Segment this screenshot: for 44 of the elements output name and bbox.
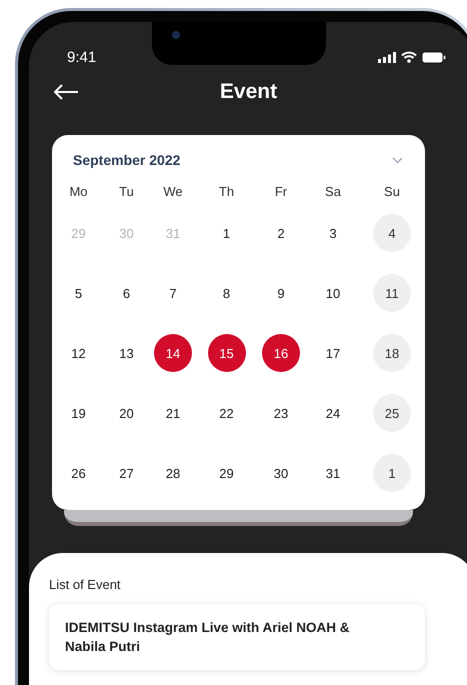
day-button[interactable]: 29 — [208, 454, 246, 492]
screen-title: Event — [220, 80, 278, 104]
section-heading: List of Event — [49, 577, 122, 593]
weekday-label: Tu — [119, 184, 134, 198]
weekday-label: We — [163, 184, 183, 198]
month-title: September 2022 — [73, 152, 180, 168]
weekday-label: Su — [384, 184, 400, 198]
day-button[interactable]: 10 — [314, 274, 352, 312]
day-button[interactable]: 4 — [373, 214, 411, 252]
day-button[interactable]: 14 — [154, 334, 192, 372]
day-button[interactable]: 5 — [60, 274, 98, 312]
day-button[interactable]: 16 — [262, 334, 300, 372]
weekday-label: Fr — [274, 184, 288, 198]
day-button[interactable]: 25 — [373, 394, 411, 432]
day-button[interactable]: 9 — [262, 274, 300, 312]
weekday-label: Sa — [325, 184, 341, 198]
day-button[interactable]: 1 — [373, 454, 411, 492]
day-button[interactable]: 21 — [154, 394, 192, 432]
day-button[interactable]: 27 — [108, 454, 146, 492]
event-card[interactable]: IDEMITSU Instagram Live with Ariel NOAH & Nabila Putri — [49, 604, 425, 670]
day-button[interactable]: 24 — [314, 394, 352, 432]
day-button[interactable]: 8 — [208, 274, 246, 312]
day-button[interactable]: 31 — [314, 454, 352, 492]
day-button[interactable]: 7 — [154, 274, 192, 312]
day-button[interactable]: 12 — [60, 334, 98, 372]
day-button[interactable]: 23 — [262, 394, 300, 432]
day-button[interactable]: 30 — [262, 454, 300, 492]
day-button[interactable]: 20 — [108, 394, 146, 432]
day-button[interactable]: 17 — [314, 334, 352, 372]
day-button[interactable]: 13 — [108, 334, 146, 372]
day-button[interactable]: 1 — [208, 214, 246, 252]
day-button[interactable]: 26 — [60, 454, 98, 492]
day-button[interactable]: 2 — [262, 214, 300, 252]
day-button[interactable]: 19 — [60, 394, 98, 432]
clock-time: 9:41 — [67, 48, 96, 66]
weekday-label: Th — [218, 184, 234, 198]
day-button[interactable]: 6 — [108, 274, 146, 312]
weekday-label: Mo — [69, 184, 88, 198]
day-button[interactable]: 11 — [373, 274, 411, 312]
day-button[interactable]: 18 — [373, 334, 411, 372]
day-button[interactable]: 22 — [208, 394, 246, 432]
day-button[interactable]: 3 — [314, 214, 352, 252]
day-button[interactable]: 15 — [208, 334, 246, 372]
day-button[interactable]: 28 — [154, 454, 192, 492]
